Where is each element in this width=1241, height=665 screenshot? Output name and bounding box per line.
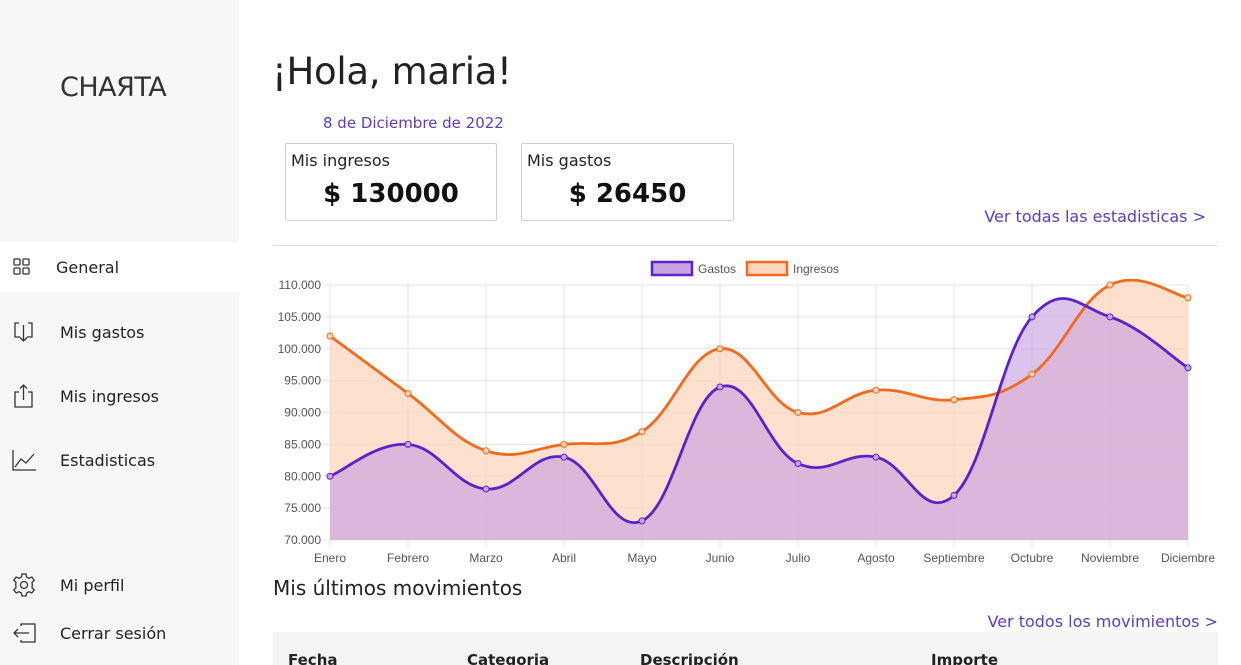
- y-tick-label: 90.000: [284, 406, 321, 420]
- legend-label: Gastos: [698, 262, 736, 276]
- data-point: [794, 460, 802, 467]
- data-point: [560, 453, 568, 461]
- chart-y-ticks: 70.000 75.000 80.000 85.000 90.000 95.000 100.…: [278, 278, 322, 547]
- download-icon: [14, 322, 33, 342]
- income-card-label: Mis ingresos: [291, 151, 390, 170]
- grid-icon: [13, 258, 30, 275]
- x-tick-label: Diciembre: [1161, 551, 1215, 565]
- gear-icon: [12, 573, 36, 597]
- income-expenses-chart: 70.000 75.000 80.000 85.000 90.000 95.000 100.…: [278, 260, 1215, 565]
- expenses-card: Mis gastos $ 26450: [521, 143, 734, 221]
- y-tick-label: 80.000: [284, 469, 321, 483]
- sidebar-item-mi-perfil[interactable]: Mi perfil: [0, 560, 239, 610]
- sidebar-item-label: Mis gastos: [60, 322, 145, 342]
- current-date: 8 de Diciembre de 2022: [323, 114, 504, 132]
- data-point: [1028, 313, 1036, 321]
- column-header-fecha[interactable]: Fecha: [288, 651, 338, 665]
- sidebar-item-general[interactable]: General: [0, 242, 239, 292]
- chart-areas: [329, 278, 1189, 540]
- x-tick-label: Mayo: [627, 551, 657, 565]
- sidebar-item-label: Mis ingresos: [60, 386, 159, 406]
- movements-title: Mis últimos movimientos: [273, 576, 523, 600]
- sidebar-item-label: Estadisticas: [60, 450, 156, 470]
- data-point: [404, 440, 412, 448]
- x-tick-label: Marzo: [469, 551, 503, 565]
- sidebar-item-mis-gastos[interactable]: Mis gastos: [0, 307, 239, 357]
- x-tick-label: Enero: [314, 551, 346, 565]
- sidebar-item-label: General: [56, 257, 120, 277]
- view-all-movements-link[interactable]: Ver todos los movimientos >: [988, 612, 1219, 631]
- x-tick-label: Junio: [706, 551, 735, 565]
- data-point: [794, 409, 802, 416]
- logout-icon: [13, 623, 36, 643]
- sidebar-item-estadisticas[interactable]: Estadisticas: [0, 435, 239, 485]
- data-point: [716, 383, 724, 391]
- sidebar-item-mis-ingresos[interactable]: Mis ingresos: [0, 371, 239, 421]
- data-point: [326, 332, 334, 340]
- x-tick-label: Agosto: [857, 551, 895, 565]
- y-tick-label: 85.000: [284, 437, 321, 451]
- y-tick-label: 105.000: [278, 310, 322, 324]
- legend-swatch: [650, 260, 694, 277]
- page-title: ¡Hola, maria!: [272, 50, 512, 93]
- data-point: [716, 345, 724, 353]
- sidebar-item-label: Mi perfil: [60, 575, 125, 595]
- data-point: [872, 453, 880, 461]
- column-header-categoria[interactable]: Categoria: [467, 651, 549, 665]
- column-header-importe[interactable]: Importe: [931, 651, 998, 665]
- expenses-card-value: $ 26450: [568, 179, 687, 209]
- app-root: CHAЯTA General Mis gastos Mis ingresos E…: [0, 0, 1241, 665]
- data-point: [404, 389, 412, 397]
- x-tick-label: Septiembre: [923, 551, 985, 565]
- sidebar-item-label: Cerrar sesión: [60, 623, 167, 643]
- view-all-statistics-link[interactable]: Ver todas las estadisticas >: [984, 207, 1206, 226]
- data-point: [482, 485, 490, 493]
- data-point: [950, 491, 958, 499]
- income-card: Mis ingresos $ 130000: [285, 143, 497, 221]
- legend-swatch: [745, 260, 789, 277]
- x-tick-label: Octubre: [1011, 551, 1054, 565]
- chart-legend[interactable]: Gastos Ingresos: [650, 260, 839, 277]
- y-tick-label: 75.000: [284, 501, 321, 515]
- movements-table-header: Fecha Categoria Descripción Importe: [273, 632, 1218, 665]
- x-tick-label: Febrero: [387, 551, 429, 565]
- y-tick-label: 100.000: [278, 342, 322, 356]
- x-tick-label: Abril: [552, 551, 576, 565]
- data-point: [1184, 294, 1192, 302]
- data-point: [1184, 364, 1192, 372]
- data-point: [560, 440, 568, 448]
- divider: [273, 245, 1218, 246]
- data-point: [1106, 313, 1114, 321]
- data-point: [1028, 370, 1036, 378]
- sidebar: CHAЯTA General Mis gastos Mis ingresos E…: [0, 0, 239, 665]
- data-point: [1106, 281, 1114, 289]
- x-tick-label: Julio: [786, 551, 811, 565]
- x-tick-label: Noviembre: [1081, 551, 1139, 565]
- data-point: [638, 428, 646, 436]
- app-logo: CHAЯTA: [60, 72, 167, 103]
- expenses-card-label: Mis gastos: [527, 151, 612, 170]
- data-point: [638, 517, 646, 525]
- y-tick-label: 110.000: [279, 278, 322, 292]
- chart-x-ticks: Enero Febrero Marzo Abril Mayo Junio Julio Agos…: [314, 551, 1215, 565]
- sidebar-item-cerrar-sesion[interactable]: Cerrar sesión: [0, 608, 239, 658]
- column-header-descripcion[interactable]: Descripción: [640, 651, 739, 665]
- legend-label: Ingresos: [793, 262, 839, 276]
- y-tick-label: 70.000: [284, 533, 321, 547]
- y-tick-label: 95.000: [284, 374, 321, 388]
- data-point: [872, 386, 880, 394]
- data-point: [950, 396, 958, 404]
- income-card-value: $ 130000: [323, 179, 459, 209]
- data-point: [482, 447, 490, 455]
- area-gastos: [330, 298, 1188, 540]
- upload-icon: [14, 384, 33, 408]
- data-point: [326, 472, 334, 480]
- line-chart-icon: [12, 450, 36, 471]
